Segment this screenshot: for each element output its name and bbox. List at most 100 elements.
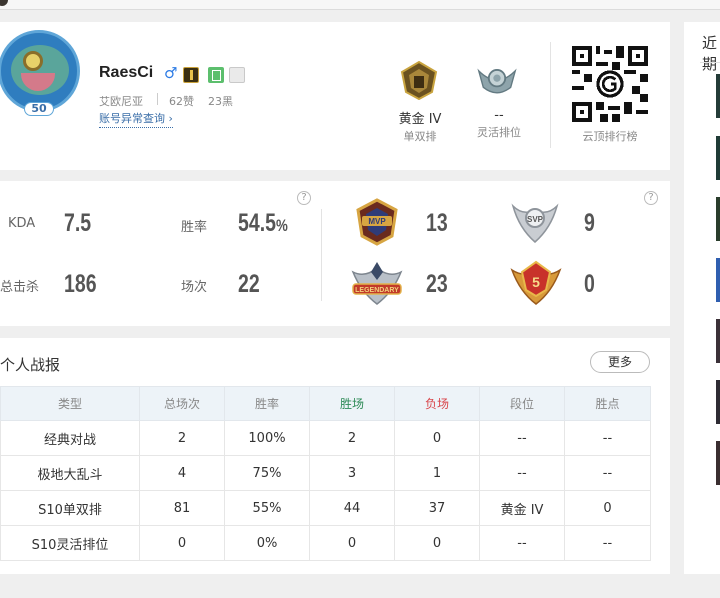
- match-thumbnail[interactable]: [716, 74, 720, 118]
- table-cell: 3: [309, 455, 395, 491]
- pentakill-count: 0: [584, 270, 595, 298]
- kda-label: KDA: [8, 216, 36, 231]
- table-cell: --: [479, 525, 565, 561]
- server-name: 艾欧尼亚: [99, 95, 143, 108]
- recent-matches-panel: 近期: [684, 22, 720, 574]
- svp-count: 9: [584, 209, 595, 237]
- table-cell: 极地大乱斗: [0, 455, 140, 491]
- table-cell: 0: [394, 525, 480, 561]
- winrate-number: 54.5: [238, 209, 276, 237]
- flex-rank: -- 灵活排位: [459, 108, 539, 140]
- honor-badge-icon[interactable]: [183, 67, 199, 83]
- qr-code[interactable]: [572, 46, 648, 122]
- flex-rank-title: --: [494, 108, 504, 123]
- table-cell: 37: [394, 490, 480, 526]
- table-cell: 2: [309, 420, 395, 456]
- avatar[interactable]: [0, 30, 80, 112]
- gold-rank-emblem: [400, 60, 438, 100]
- svg-text:SVP: SVP: [527, 215, 544, 224]
- table-cell: 0: [564, 490, 651, 526]
- table-cell: 0: [139, 525, 225, 561]
- solo-rank: 黄金 IV 单双排: [380, 108, 460, 144]
- table-row: 极地大乱斗 4 75% 3 1 -- --: [0, 455, 651, 491]
- winrate-unit: %: [275, 216, 288, 235]
- table-cell: 1: [394, 455, 480, 491]
- table-cell: 55%: [224, 490, 310, 526]
- qr-caption: 云顶排行榜: [582, 130, 638, 143]
- report-table: 类型 总场次 胜率 胜场 负场 段位 胜点 经典对战 2 100% 2 0 --…: [0, 386, 651, 561]
- table-cell: 75%: [224, 455, 310, 491]
- column-header: 负场: [394, 386, 480, 421]
- more-button[interactable]: 更多: [590, 351, 650, 373]
- column-header: 胜场: [309, 386, 395, 421]
- games-label: 场次: [181, 280, 208, 295]
- table-cell: 0%: [224, 525, 310, 561]
- kills-label: 总击杀: [0, 280, 40, 295]
- unranked-emblem: [477, 68, 517, 94]
- table-row: S10单双排 81 55% 44 37 黄金 IV 0: [0, 490, 651, 526]
- table-cell: S10单双排: [0, 490, 140, 526]
- table-row: 经典对战 2 100% 2 0 -- --: [0, 420, 651, 456]
- level-badge: 50: [24, 102, 54, 116]
- report-title: 个人战报: [0, 356, 61, 374]
- column-header: 总场次: [139, 386, 225, 421]
- table-cell: --: [479, 420, 565, 456]
- table-cell: 经典对战: [0, 420, 140, 456]
- user-avatar-dot[interactable]: [0, 0, 8, 6]
- table-cell: 0: [309, 525, 395, 561]
- top-bar: [0, 0, 720, 10]
- column-header: 段位: [479, 386, 565, 421]
- column-header: 类型: [0, 386, 140, 421]
- table-cell: 44: [309, 490, 395, 526]
- table-cell: 2: [139, 420, 225, 456]
- mvp-medal-icon: MVP: [356, 198, 398, 246]
- help-icon[interactable]: ?: [297, 191, 311, 205]
- svg-text:LEGENDARY: LEGENDARY: [355, 287, 399, 294]
- table-cell: S10灵活排位: [0, 525, 140, 561]
- match-thumbnail[interactable]: [716, 258, 720, 302]
- avatar-goggle: [23, 51, 43, 71]
- table-cell: --: [564, 525, 651, 561]
- svg-text:MVP: MVP: [368, 217, 386, 226]
- table-cell: 100%: [224, 420, 310, 456]
- kda-value: 7.5: [64, 209, 92, 237]
- column-header: 胜点: [564, 386, 651, 421]
- svg-text:5: 5: [532, 274, 540, 290]
- table-cell: 0: [394, 420, 480, 456]
- legendary-count: 23: [426, 270, 448, 298]
- solo-rank-title: 黄金 IV: [398, 112, 442, 127]
- pentakill-medal-icon: 5: [510, 260, 562, 305]
- kills-value: 186: [64, 270, 97, 298]
- match-thumbnail[interactable]: [716, 380, 720, 424]
- winrate-value: 54.5%: [238, 209, 288, 238]
- table-cell: 4: [139, 455, 225, 491]
- legendary-medal-icon: LEGENDARY: [351, 262, 403, 305]
- player-name: RaesCi: [99, 64, 154, 81]
- divider: [700, 62, 720, 63]
- svp-medal-icon: SVP: [511, 203, 559, 243]
- blacks-count: 23黑: [208, 95, 233, 108]
- match-thumbnail[interactable]: [716, 441, 720, 485]
- table-cell: 黄金 IV: [479, 490, 565, 526]
- help-icon[interactable]: ?: [644, 191, 658, 205]
- match-thumbnail[interactable]: [716, 319, 720, 363]
- table-cell: 81: [139, 490, 225, 526]
- table-cell: --: [479, 455, 565, 491]
- match-thumbnail[interactable]: [716, 197, 720, 241]
- solo-rank-subtitle: 单双排: [403, 130, 437, 143]
- divider: [550, 42, 551, 148]
- account-check-link[interactable]: 账号异常查询 ›: [99, 110, 173, 128]
- likes-count: 62赞: [169, 95, 194, 108]
- games-value: 22: [238, 270, 260, 298]
- match-thumbnail[interactable]: [716, 136, 720, 180]
- gender-icon: ♂: [164, 64, 178, 82]
- device-icon[interactable]: [229, 67, 245, 83]
- table-cell: --: [564, 455, 651, 491]
- table-row: S10灵活排位 0 0% 0 0 -- --: [0, 525, 651, 561]
- column-header: 胜率: [224, 386, 310, 421]
- recent-matches-title: 近期: [702, 34, 718, 73]
- divider: [321, 209, 322, 301]
- table-cell: --: [564, 420, 651, 456]
- copy-icon[interactable]: [208, 67, 224, 83]
- flex-rank-subtitle: 灵活排位: [477, 126, 521, 139]
